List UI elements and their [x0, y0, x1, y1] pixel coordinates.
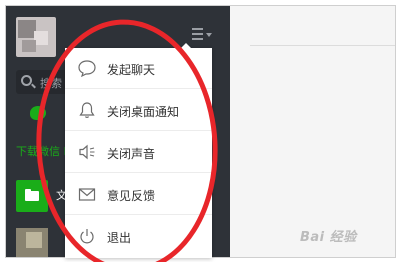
- menu-item-start-chat[interactable]: 发起聊天: [65, 48, 212, 89]
- speaker-icon: [79, 144, 95, 160]
- menu-toggle-button[interactable]: [192, 28, 214, 42]
- menu-item-label: 退出: [107, 231, 132, 245]
- menu-item-label: 关闭声音: [107, 147, 156, 161]
- menu-item-feedback[interactable]: 意见反馈: [65, 174, 212, 215]
- menu-item-label: 关闭桌面通知: [107, 105, 180, 119]
- user-avatar[interactable]: [16, 17, 56, 57]
- dropdown-menu: 发起聊天 关闭桌面通知 关闭声音 意见反馈 退出: [65, 43, 212, 258]
- chat-bubble-icon: [78, 60, 96, 78]
- avatar: [16, 17, 56, 57]
- power-icon: [80, 229, 94, 244]
- menu-item-label: 发起聊天: [107, 63, 156, 77]
- envelope-icon: [78, 188, 96, 201]
- download-link[interactable]: 下载微信 P: [16, 143, 72, 159]
- search-icon: [21, 75, 32, 86]
- divider: [250, 45, 395, 46]
- menu-item-desktop-notify[interactable]: 关闭桌面通知: [65, 90, 212, 131]
- folder-icon: [16, 180, 48, 212]
- menu-item-label: 意见反馈: [107, 189, 156, 203]
- contact-avatar[interactable]: [16, 228, 48, 257]
- watermark: Bai 经验: [300, 230, 357, 245]
- menu-item-logout[interactable]: 退出: [65, 216, 212, 257]
- main-panel: [230, 6, 395, 257]
- caret-down-icon: [206, 33, 212, 37]
- chat-tab-icon[interactable]: [30, 106, 46, 120]
- menu-item-sound[interactable]: 关闭声音: [65, 132, 212, 173]
- bell-icon: [79, 102, 95, 118]
